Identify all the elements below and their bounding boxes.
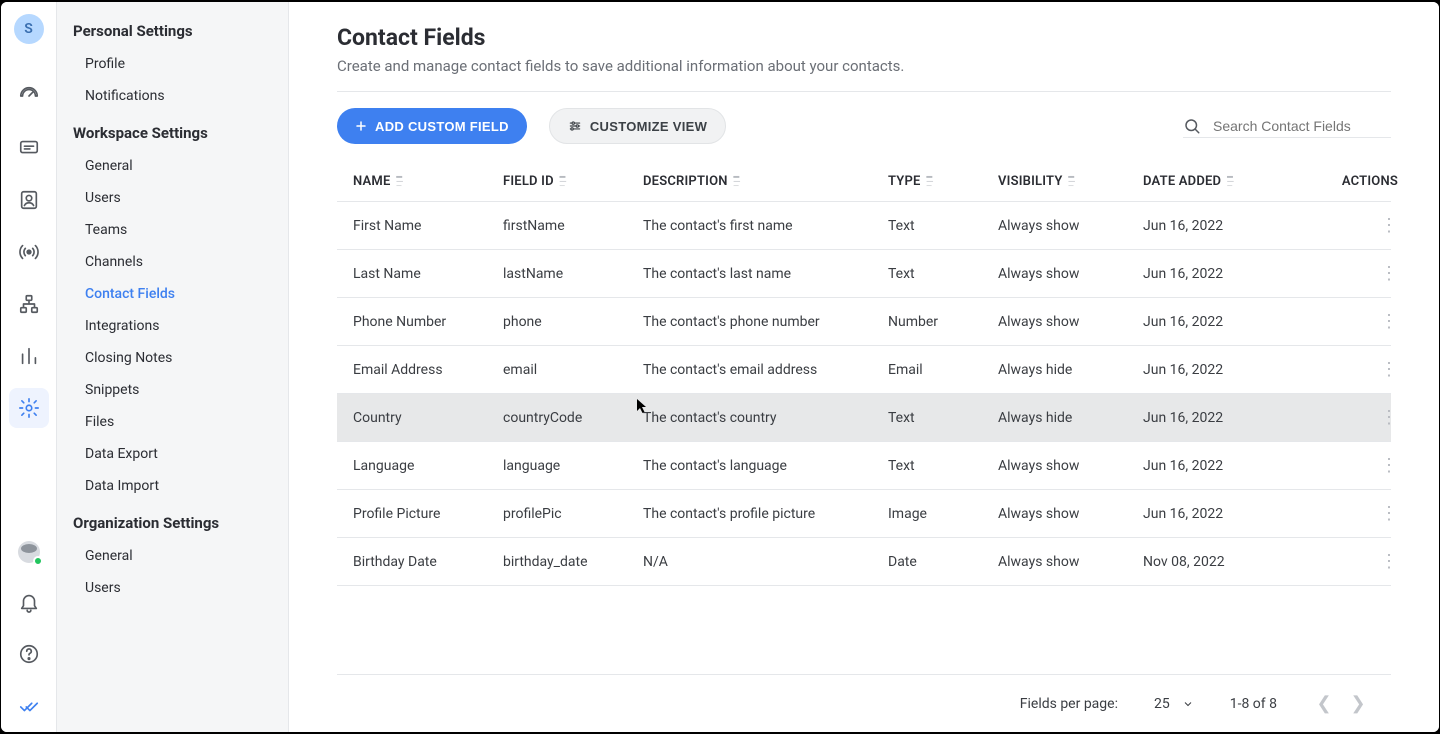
reports-icon[interactable] [9,336,49,376]
sort-icon: ━── [397,176,404,188]
divider [337,91,1391,92]
customize-view-button[interactable]: CUSTOMIZE VIEW [549,108,726,144]
pager-range: 1-8 of 8 [1230,696,1277,712]
sidebar-item-general[interactable]: General [73,150,276,182]
row-actions-menu[interactable]: ⋮ [1380,359,1398,380]
row-actions-menu[interactable]: ⋮ [1380,311,1398,332]
agent-status[interactable] [9,532,49,572]
sidebar-item-notifications[interactable]: Notifications [73,80,276,112]
column-description[interactable]: DESCRIPTION━── [643,174,888,189]
column-name[interactable]: NAME━── [353,174,503,189]
sidebar-item-contact-fields[interactable]: Contact Fields [73,278,276,310]
double-check-icon[interactable] [9,686,49,726]
row-actions-menu[interactable]: ⋮ [1380,263,1398,284]
table-row[interactable]: Profile PictureprofilePicThe contact's p… [337,490,1391,538]
table-row[interactable]: LanguagelanguageThe contact's languageTe… [337,442,1391,490]
fields-table: NAME━──FIELD ID━──DESCRIPTION━──TYPE━──V… [337,162,1391,586]
customize-view-label: CUSTOMIZE VIEW [590,119,707,134]
table-row[interactable]: Phone NumberphoneThe contact's phone num… [337,298,1391,346]
nav-rail: S [1,2,57,732]
sidebar-item-files[interactable]: Files [73,406,276,438]
help-icon[interactable] [9,634,49,674]
main: Contact Fields Create and manage contact… [289,2,1439,732]
per-page-select[interactable]: 25 [1154,696,1194,712]
column-date-added[interactable]: DATE ADDED━── [1143,174,1308,189]
sidebar-item-users[interactable]: Users [73,182,276,214]
toolbar: ADD CUSTOM FIELD CUSTOMIZE VIEW [337,108,1391,144]
sort-icon: ━── [1227,176,1234,188]
table-header: NAME━──FIELD ID━──DESCRIPTION━──TYPE━──V… [337,162,1391,202]
column-field-id[interactable]: FIELD ID━── [503,174,643,189]
pager-next[interactable]: ❯ [1341,693,1375,714]
avatar[interactable]: S [14,14,44,44]
sidebar-section-org: Organization Settings [73,514,276,532]
column-actions: ACTIONS [1308,174,1408,189]
pager-prev[interactable]: ❮ [1307,693,1341,714]
table-row[interactable]: First NamefirstNameThe contact's first n… [337,202,1391,250]
row-actions-menu[interactable]: ⋮ [1380,551,1398,572]
broadcast-icon[interactable] [9,232,49,272]
table-row[interactable]: Email AddressemailThe contact's email ad… [337,346,1391,394]
sidebar-item-integrations[interactable]: Integrations [73,310,276,342]
add-custom-field-button[interactable]: ADD CUSTOM FIELD [337,108,527,144]
table-row[interactable]: Birthday Datebirthday_dateN/ADateAlways … [337,538,1391,586]
page-subtitle: Create and manage contact fields to save… [337,57,1391,75]
pager: Fields per page: 25 1-8 of 8 ❮ ❯ [337,674,1391,732]
sidebar-section-personal: Personal Settings [73,22,276,40]
row-actions-menu[interactable]: ⋮ [1380,503,1398,524]
sidebar-item-data-import[interactable]: Data Import [73,470,276,502]
search-icon [1183,117,1201,135]
table-row[interactable]: CountrycountryCodeThe contact's countryT… [337,394,1391,442]
messages-icon[interactable] [9,128,49,168]
table-row[interactable]: Last NamelastNameThe contact's last name… [337,250,1391,298]
contacts-icon[interactable] [9,180,49,220]
page-title: Contact Fields [337,24,1391,51]
sidebar-item-data-export[interactable]: Data Export [73,438,276,470]
dashboard-icon[interactable] [9,76,49,116]
row-actions-menu[interactable]: ⋮ [1380,215,1398,236]
settings-sidebar: Personal Settings ProfileNotifications W… [57,2,289,732]
per-page-value: 25 [1154,696,1170,712]
row-actions-menu[interactable]: ⋮ [1380,455,1398,476]
search[interactable] [1183,115,1391,138]
search-input[interactable] [1211,117,1391,135]
column-visibility[interactable]: VISIBILITY━── [998,174,1143,189]
sort-icon: ━── [927,176,934,188]
per-page-label: Fields per page: [1020,696,1118,712]
workflow-icon[interactable] [9,284,49,324]
sidebar-section-workspace: Workspace Settings [73,124,276,142]
sort-icon: ━── [1069,176,1076,188]
column-type[interactable]: TYPE━── [888,174,998,189]
sidebar-item-channels[interactable]: Channels [73,246,276,278]
row-actions-menu[interactable]: ⋮ [1380,407,1398,428]
sidebar-item-general[interactable]: General [73,540,276,572]
sidebar-item-teams[interactable]: Teams [73,214,276,246]
sort-icon: ━── [734,176,741,188]
sidebar-item-closing-notes[interactable]: Closing Notes [73,342,276,374]
notifications-icon[interactable] [9,582,49,622]
sidebar-item-snippets[interactable]: Snippets [73,374,276,406]
sidebar-item-users[interactable]: Users [73,572,276,604]
sidebar-item-profile[interactable]: Profile [73,48,276,80]
sort-icon: ━── [560,176,567,188]
chevron-down-icon [1182,698,1194,710]
add-custom-field-label: ADD CUSTOM FIELD [375,119,509,134]
settings-icon[interactable] [9,388,49,428]
